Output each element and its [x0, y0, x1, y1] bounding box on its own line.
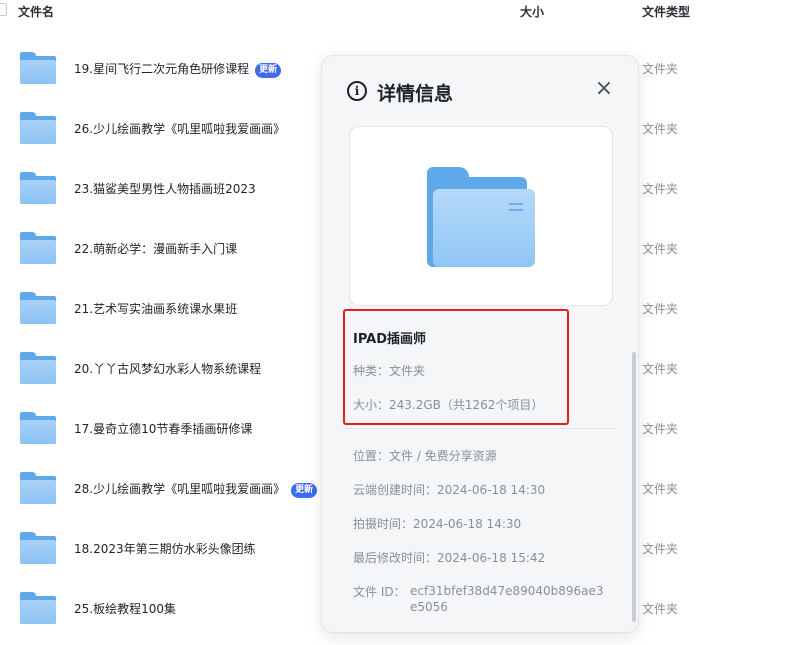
file-type: 文件夹: [642, 482, 679, 496]
folder-icon: [20, 172, 56, 204]
item-size: 大小：243.2GB（共1262个项目）: [353, 398, 544, 412]
file-type: 文件夹: [642, 302, 679, 316]
folder-icon: [427, 167, 535, 267]
file-type: 文件夹: [642, 182, 679, 196]
select-all-checkbox[interactable]: [0, 3, 7, 16]
folder-icon: [20, 232, 56, 264]
folder-icon: [20, 592, 56, 624]
info-icon: i: [347, 81, 367, 101]
panel-title: 详情信息: [377, 83, 454, 105]
folder-icon: [20, 532, 56, 564]
file-name[interactable]: 21.艺术写实油画系统课水果班: [74, 300, 237, 317]
file-name[interactable]: 17.曼奇立德10节春季插画研修课: [74, 420, 252, 437]
panel-scrollbar[interactable]: [632, 352, 636, 622]
update-badge: 更新: [291, 483, 318, 498]
file-name[interactable]: 28.少儿绘画教学《叽里呱啦我爱画画》 更新: [74, 480, 318, 498]
file-type: 文件夹: [642, 542, 679, 556]
file-list-header: 文件名 大小 文件类型: [0, 0, 794, 22]
folder-icon: [20, 472, 56, 504]
details-panel: i 详情信息 × IPAD插画师 种类：文件夹 大小：243.2GB（共1262…: [321, 55, 639, 633]
file-type: 文件夹: [642, 602, 679, 616]
file-name[interactable]: 26.少儿绘画教学《叽里呱啦我爱画画》: [74, 120, 285, 137]
folder-icon: [20, 412, 56, 444]
folder-icon: [20, 292, 56, 324]
file-name[interactable]: 19.星间飞行二次元角色研修课程 更新: [74, 60, 282, 78]
file-name[interactable]: 25.板绘教程100集: [74, 600, 176, 617]
folder-icon: [20, 352, 56, 384]
column-header-name[interactable]: 文件名: [18, 3, 54, 20]
file-name[interactable]: 18.2023年第三期仿水彩头像团练: [74, 540, 256, 557]
file-name[interactable]: 20.丫丫古风梦幻水彩人物系统课程: [74, 360, 261, 377]
divider: [343, 428, 614, 429]
column-header-type[interactable]: 文件类型: [642, 3, 690, 20]
item-shot-time: 拍摄时间：2024-06-18 14:30: [353, 517, 522, 531]
item-created-time: 云端创建时间：2024-06-18 14:30: [353, 483, 546, 497]
file-type: 文件夹: [642, 62, 679, 76]
file-type: 文件夹: [642, 122, 679, 136]
file-type: 文件夹: [642, 362, 679, 376]
item-modified-time: 最后修改时间：2024-06-18 15:42: [353, 551, 546, 565]
column-header-size[interactable]: 大小: [520, 3, 544, 20]
file-name[interactable]: 23.猫鲨美型男性人物插画班2023: [74, 180, 256, 197]
close-icon[interactable]: ×: [593, 78, 615, 100]
file-id-value: ecf31bfef38d47e89040b896ae3e5056: [410, 584, 604, 614]
update-badge: 更新: [255, 63, 282, 78]
folder-preview: [349, 126, 613, 306]
item-name: IPAD插画师: [353, 332, 427, 347]
file-type: 文件夹: [642, 242, 679, 256]
item-kind: 种类：文件夹: [353, 364, 426, 378]
file-name[interactable]: 22.萌新必学：漫画新手入门课: [74, 240, 237, 257]
item-location: 位置：文件 / 免费分享资源: [353, 449, 497, 463]
folder-icon: [20, 52, 56, 84]
file-id-label: 文件 ID：: [353, 585, 406, 599]
folder-icon: [20, 112, 56, 144]
file-type: 文件夹: [642, 422, 679, 436]
